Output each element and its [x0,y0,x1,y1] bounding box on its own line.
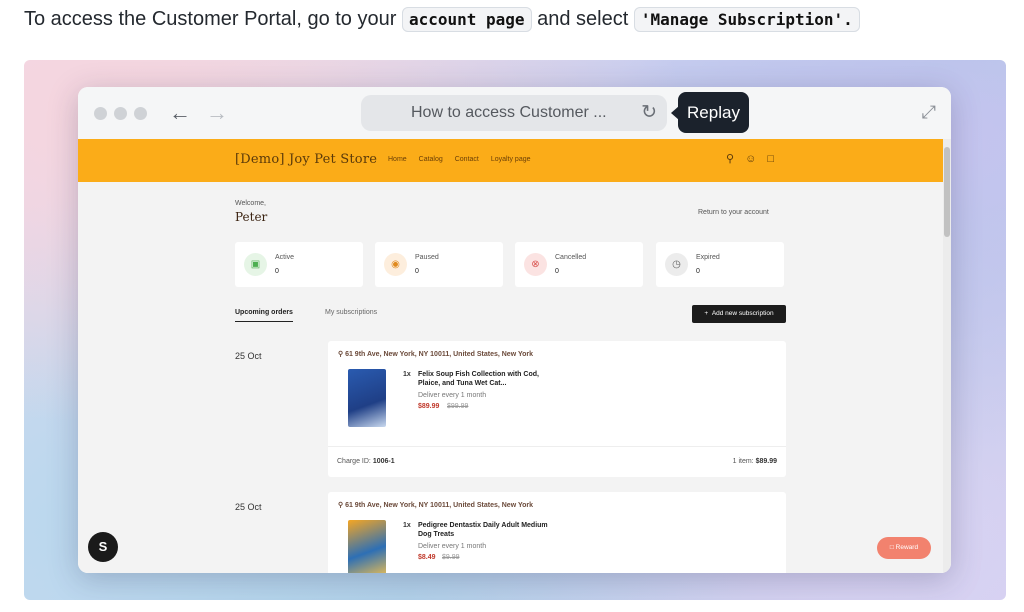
order-address: ⚲ 61 9th Ave, New York, NY 10011, United… [338,350,533,358]
tab-upcoming-orders[interactable]: Upcoming orders [235,309,293,322]
header-icons: ⚲ ☺ □ [726,152,782,165]
product-quantity: 1x [403,371,411,378]
delivery-frequency: Deliver every 1 month [418,392,487,399]
product-name[interactable]: Felix Soup Fish Collection with Cod, Pla… [418,370,553,388]
order-total: 1 item: $89.99 [733,458,777,465]
product-price: $89.99 [418,403,440,410]
nav-catalog[interactable]: Catalog [419,156,443,163]
window-dot-maximize[interactable] [134,107,147,120]
order-address-text: 61 9th Ave, New York, NY 10011, United S… [345,502,533,509]
intro-text-middle: and select [531,8,634,30]
cart-icon[interactable]: □ [767,153,774,165]
scrollbar-thumb[interactable] [944,147,950,237]
cancel-icon: ⊗ [524,253,547,276]
stat-label: Cancelled [555,254,587,261]
browser-toolbar: ← → How to access Customer ... ↻ Replay … [78,87,951,139]
product-image[interactable] [348,520,386,573]
product-name[interactable]: Pedigree Dentastix Daily Adult Medium Do… [418,521,553,539]
stat-label: Paused [415,254,439,261]
tab-my-subscriptions[interactable]: My subscriptions [325,309,377,316]
store-nav: Home Catalog Contact Loyalty page [388,156,541,163]
stat-card-active[interactable]: ▣ Active 0 [235,242,363,287]
code-manage-subscription: 'Manage Subscription'. [633,7,860,32]
stat-count: 0 [415,268,419,275]
box-icon: ▣ [244,253,267,276]
stat-count: 0 [696,268,700,275]
intro-text-before: To access the Customer Portal, go to you… [24,8,402,30]
stat-label: Expired [696,254,720,261]
add-new-subscription-button[interactable]: + Add new subscription [692,305,786,323]
add-new-subscription-label: Add new subscription [711,310,774,317]
arrow-right-icon[interactable]: → [206,101,228,125]
plus-icon: + [704,310,712,317]
order-address: ⚲ 61 9th Ave, New York, NY 10011, United… [338,501,533,509]
store-brand[interactable]: [Demo] Joy Pet Store [235,152,377,167]
stat-card-paused[interactable]: ◉ Paused 0 [375,242,503,287]
address-bar-text: How to access Customer ... [411,104,607,121]
reward-button[interactable]: □ Reward [877,537,931,559]
code-account-page: account page [401,7,532,32]
order-total-value: $89.99 [755,458,777,465]
product-old-price: $99.99 [447,403,469,410]
stat-card-cancelled[interactable]: ⊗ Cancelled 0 [515,242,643,287]
page-viewport: [Demo] Joy Pet Store Home Catalog Contac… [78,139,951,573]
address-bar[interactable]: How to access Customer ... ↻ [361,95,667,131]
demo-stage: ← → How to access Customer ... ↻ Replay … [24,60,1006,600]
reward-label: Reward [895,544,919,551]
order-address-text: 61 9th Ave, New York, NY 10011, United S… [345,351,533,358]
shopify-logo[interactable]: S [88,532,118,562]
intro-text: To access the Customer Portal, go to you… [24,6,860,33]
order-card: ⚲ 61 9th Ave, New York, NY 10011, United… [328,341,786,477]
window-dot-close[interactable] [94,107,107,120]
return-to-account-link[interactable]: Return to your account [698,209,769,216]
order-footer: Charge ID: 1006-1 1 item: $89.99 [328,446,786,465]
stat-card-expired[interactable]: ◷ Expired 0 [656,242,784,287]
page-scrollbar[interactable] [943,139,951,573]
order-date: 25 Oct [235,502,262,512]
expand-icon[interactable]: ⤢ [922,102,936,123]
charge-id-value: 1006-1 [372,458,395,465]
delivery-frequency: Deliver every 1 month [418,543,487,550]
charge-id-label: Charge ID: [337,458,371,465]
order-total-label: 1 item: [732,458,754,465]
stat-count: 0 [275,268,279,275]
product-old-price: $9.99 [442,554,460,561]
nav-loyalty-page[interactable]: Loyalty page [491,156,531,163]
clock-icon: ◷ [665,253,688,276]
product-quantity: 1x [403,522,411,529]
product-image[interactable] [348,369,386,427]
product-price: $8.49 [418,554,436,561]
charge-id: Charge ID: 1006-1 [337,458,395,465]
reload-icon[interactable]: ↻ [641,101,657,124]
window-dot-minimize[interactable] [114,107,127,120]
arrow-left-icon[interactable]: ← [169,101,191,125]
order-card: ⚲ 61 9th Ave, New York, NY 10011, United… [328,492,786,573]
pause-icon: ◉ [384,253,407,276]
stat-count: 0 [555,268,559,275]
customer-name: Peter [235,210,268,224]
order-date: 25 Oct [235,351,262,361]
store-header: [Demo] Joy Pet Store Home Catalog Contac… [78,139,943,182]
browser-window: ← → How to access Customer ... ↻ Replay … [78,87,951,573]
nav-contact[interactable]: Contact [455,156,479,163]
replay-button[interactable]: Replay [671,92,749,133]
stat-label: Active [275,254,295,261]
nav-home[interactable]: Home [388,156,407,163]
account-icon[interactable]: ☺ [745,153,756,165]
search-icon[interactable]: ⚲ [726,153,734,165]
welcome-label: Welcome, [235,200,266,207]
